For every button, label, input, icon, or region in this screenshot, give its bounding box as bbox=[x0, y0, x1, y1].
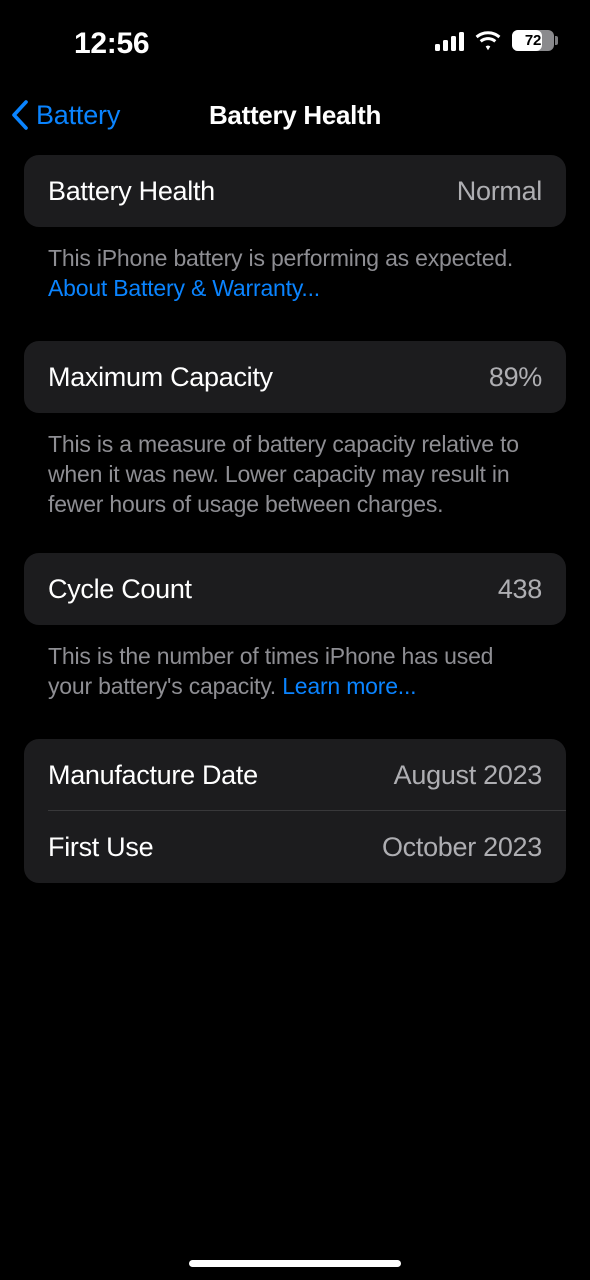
row-first-use-value: October 2023 bbox=[381, 831, 542, 862]
row-maximum-capacity[interactable]: Maximum Capacity 89% bbox=[24, 341, 566, 413]
row-first-use: First Use October 2023 bbox=[24, 811, 566, 883]
status-bar: 12:56 72 bbox=[0, 0, 590, 78]
status-bar-clock: 12:56 bbox=[74, 27, 150, 60]
row-battery-health-value: Normal bbox=[456, 175, 543, 206]
row-cycle-count-label: Cycle Count bbox=[48, 573, 192, 604]
row-battery-health-label: Battery Health bbox=[48, 175, 215, 206]
card-battery-health: Battery Health Normal bbox=[24, 155, 566, 227]
group-battery-health: Battery Health Normal This iPhone batter… bbox=[0, 155, 590, 303]
battery-percent-label: 72 bbox=[524, 32, 542, 49]
group-cycle-count: Cycle Count 438 This is the number of ti… bbox=[0, 553, 590, 701]
phone-screen: 12:56 72 Battery Battery Health Battery … bbox=[0, 0, 590, 1280]
battery-nub bbox=[555, 36, 558, 45]
page-title: Battery Health bbox=[208, 99, 382, 130]
footnote-battery-health: This iPhone battery is performing as exp… bbox=[48, 243, 542, 303]
settings-content: Battery Health Normal This iPhone batter… bbox=[0, 155, 590, 883]
card-dates: Manufacture Date August 2023 First Use O… bbox=[24, 739, 566, 883]
row-maximum-capacity-label: Maximum Capacity bbox=[48, 361, 273, 392]
wifi-icon bbox=[475, 30, 501, 50]
row-maximum-capacity-value: 89% bbox=[488, 361, 542, 392]
card-maximum-capacity: Maximum Capacity 89% bbox=[24, 341, 566, 413]
row-first-use-label: First Use bbox=[48, 831, 154, 862]
home-indicator[interactable] bbox=[189, 1260, 401, 1267]
row-cycle-count-value: 438 bbox=[497, 573, 542, 604]
footnote-battery-health-text: This iPhone battery is performing as exp… bbox=[48, 245, 514, 271]
row-manufacture-date-label: Manufacture Date bbox=[48, 759, 258, 790]
row-battery-health[interactable]: Battery Health Normal bbox=[24, 155, 566, 227]
group-dates: Manufacture Date August 2023 First Use O… bbox=[0, 739, 590, 883]
footnote-cycle-count-text: This is the number of times iPhone has u… bbox=[48, 643, 494, 699]
card-cycle-count: Cycle Count 438 bbox=[24, 553, 566, 625]
row-cycle-count[interactable]: Cycle Count 438 bbox=[24, 553, 566, 625]
footnote-maximum-capacity: This is a measure of battery capacity re… bbox=[48, 431, 519, 517]
about-battery-warranty-link[interactable]: About Battery & Warranty... bbox=[48, 275, 320, 301]
battery-icon: 72 bbox=[512, 30, 558, 51]
cellular-signal-icon bbox=[435, 31, 464, 51]
navigation-bar: Battery Battery Health bbox=[0, 90, 590, 140]
footnote-cycle-count: This is the number of times iPhone has u… bbox=[48, 641, 542, 701]
row-manufacture-date-value: August 2023 bbox=[393, 759, 543, 790]
row-manufacture-date: Manufacture Date August 2023 bbox=[24, 739, 566, 811]
learn-more-link[interactable]: Learn more... bbox=[282, 673, 416, 699]
group-maximum-capacity: Maximum Capacity 89% This is a measure o… bbox=[0, 341, 590, 519]
status-bar-indicators: 72 bbox=[435, 30, 558, 51]
